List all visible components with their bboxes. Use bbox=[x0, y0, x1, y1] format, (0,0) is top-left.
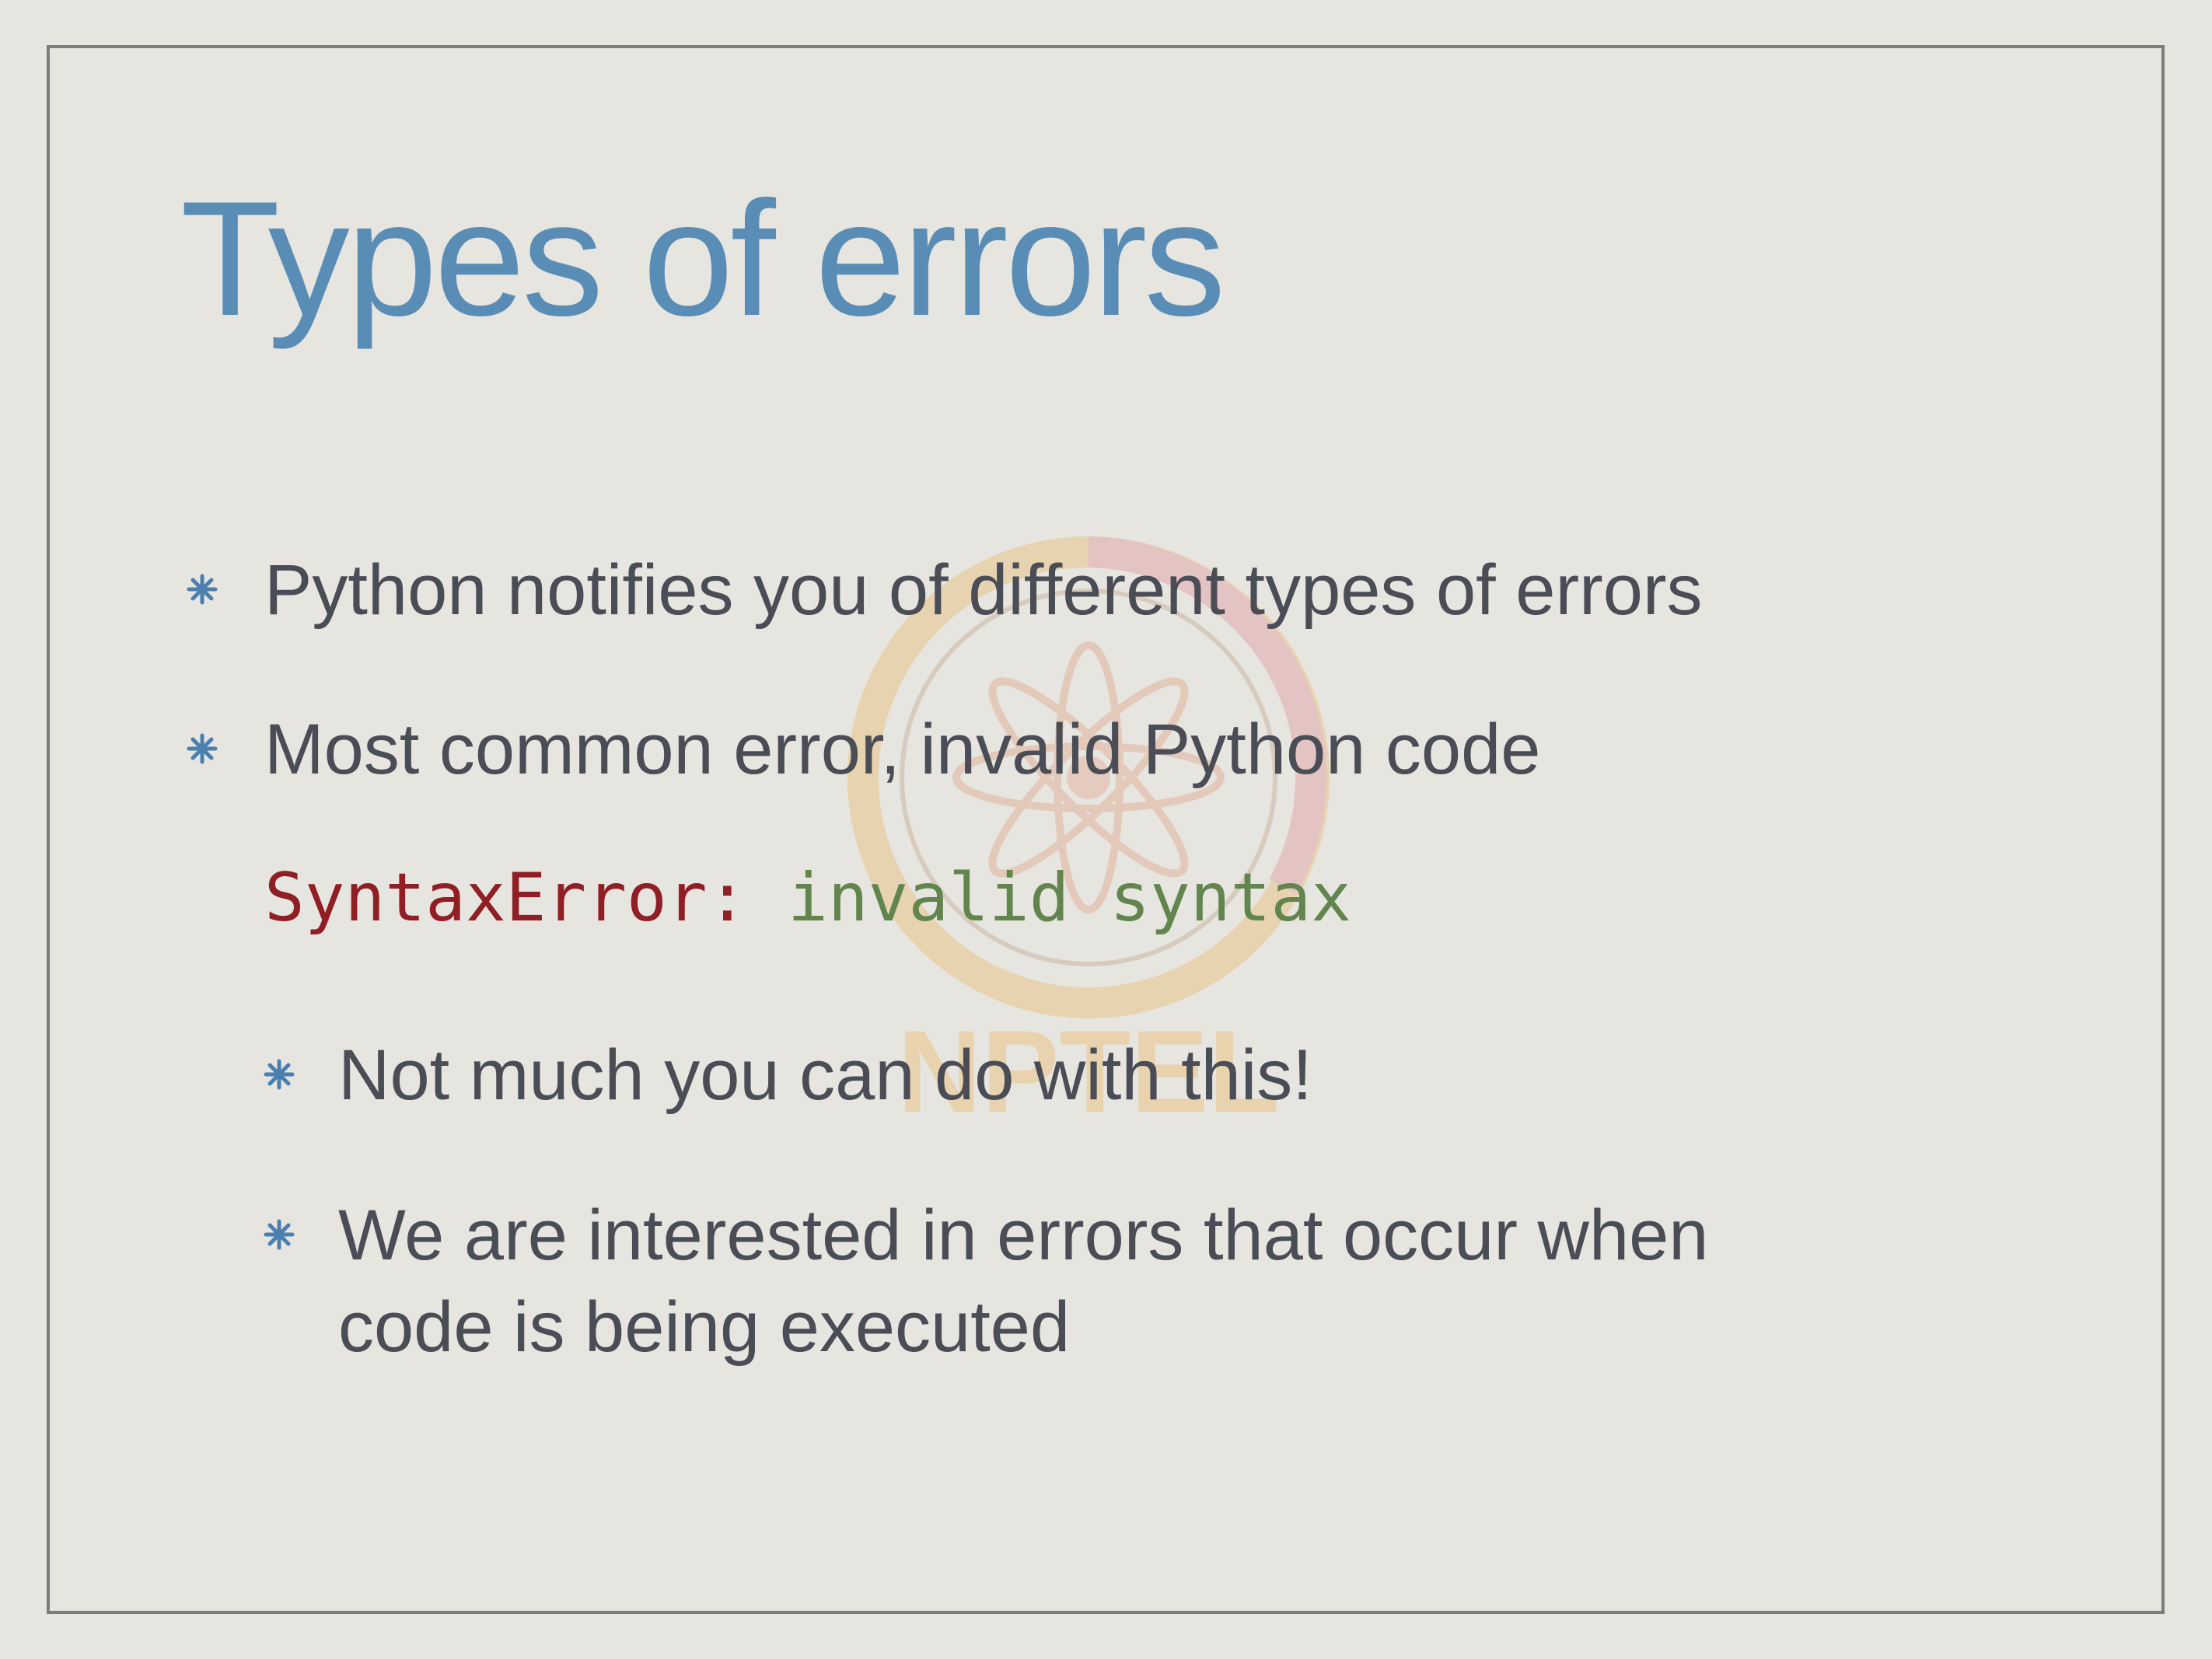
sub-bullet-item: We are interested in errors that occur w… bbox=[264, 1189, 1709, 1373]
asterisk-bullet-icon bbox=[264, 1059, 295, 1090]
code-error-name: SyntaxError: bbox=[264, 859, 748, 937]
bullet-text: Python notifies you of different types o… bbox=[264, 550, 1703, 630]
sub-bullet-text-line: code is being executed bbox=[338, 1287, 1071, 1367]
code-example: SyntaxError: invalid syntax bbox=[264, 864, 1351, 931]
bullet-item: Most common error, invalid Python code bbox=[187, 704, 1541, 795]
asterisk-bullet-icon bbox=[187, 574, 218, 605]
sub-bullet-text-line: We are interested in errors that occur w… bbox=[338, 1196, 1709, 1275]
slide-title: Types of errors bbox=[180, 167, 1225, 350]
asterisk-bullet-icon bbox=[187, 733, 218, 764]
bullet-item: Python notifies you of different types o… bbox=[187, 544, 1703, 636]
code-error-message: invalid syntax bbox=[747, 859, 1351, 937]
asterisk-bullet-icon bbox=[264, 1219, 295, 1250]
sub-bullet-item: Not much you can do with this! bbox=[264, 1029, 1312, 1121]
bullet-text: Most common error, invalid Python code bbox=[264, 710, 1541, 789]
sub-bullet-text: Not much you can do with this! bbox=[338, 1036, 1312, 1115]
